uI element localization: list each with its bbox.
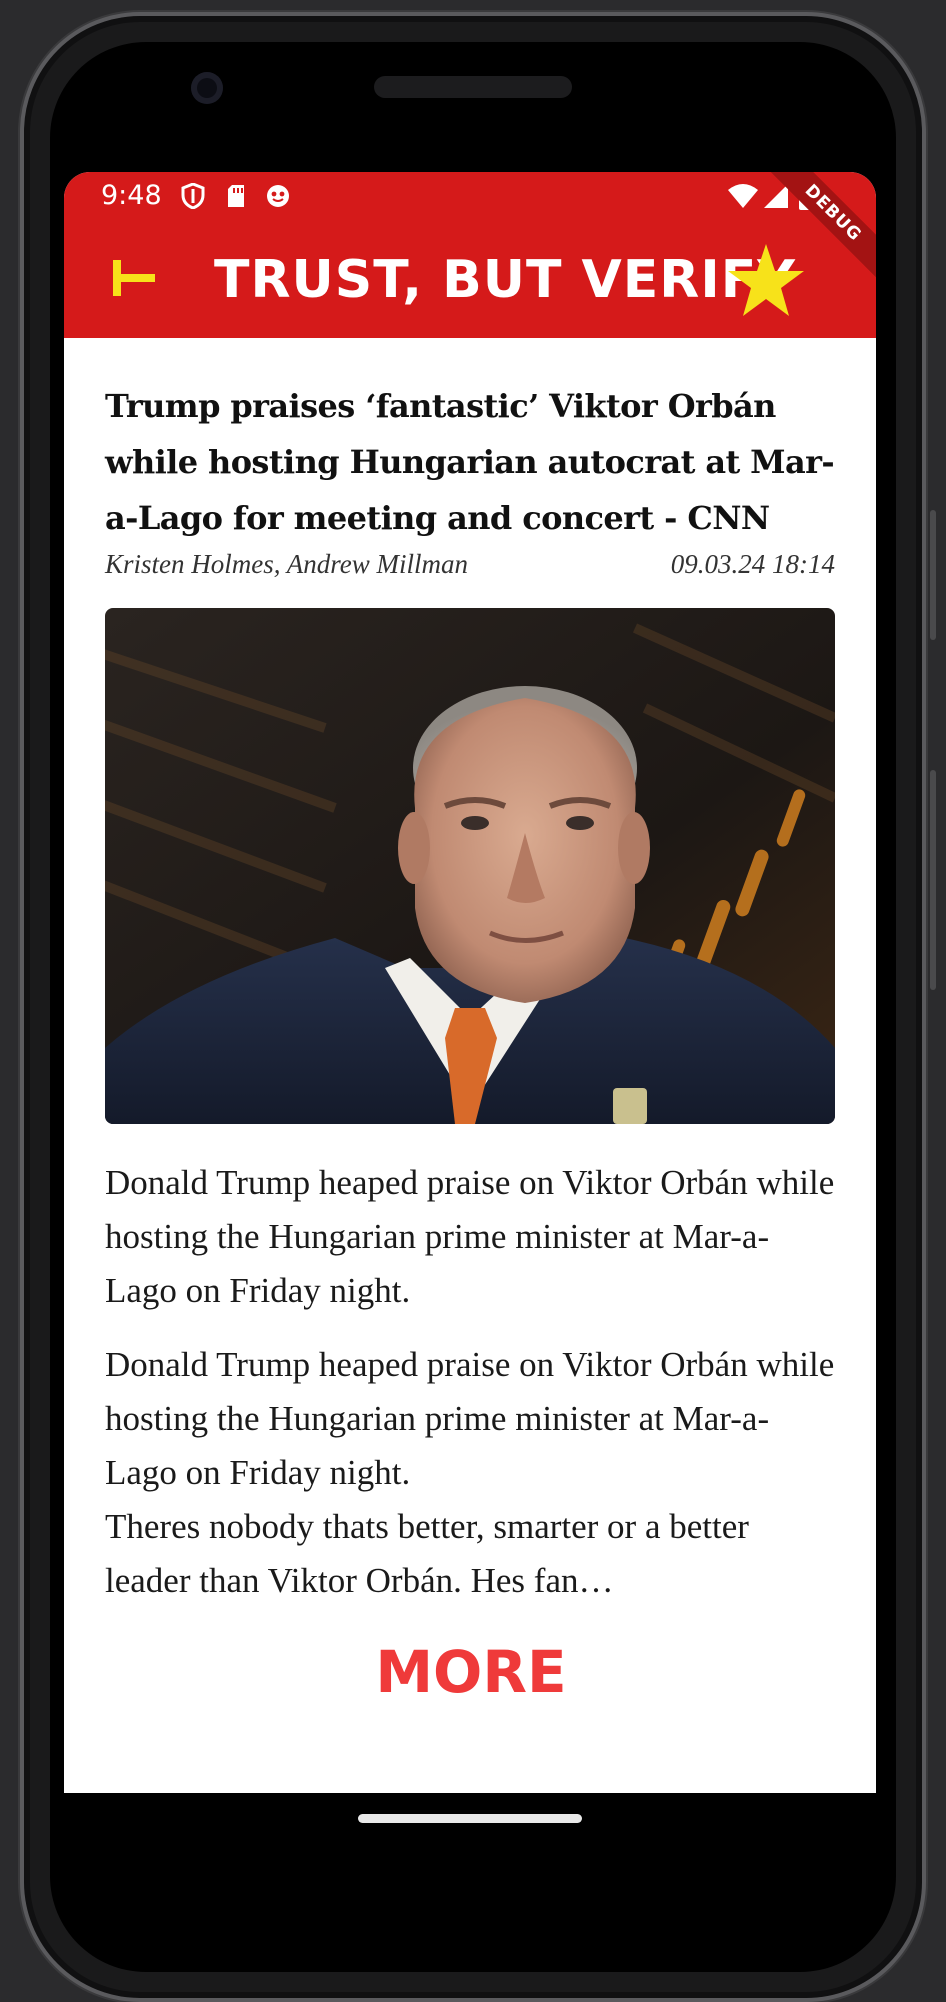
- power-button: [930, 770, 936, 990]
- article-body-line: Donald Trump heaped praise on Viktor Orb…: [105, 1345, 835, 1492]
- article-body-line: Theres nobody thats better, smarter or a…: [105, 1507, 749, 1600]
- app-bar: TRUST, BUT VERIFY: [64, 222, 876, 338]
- article-headline: Trump praises ‘fantastic’ Viktor Orbán w…: [105, 387, 835, 537]
- earpiece-speaker: [374, 76, 572, 98]
- front-camera: [191, 72, 223, 104]
- app-title: TRUST, BUT VERIFY: [214, 250, 796, 310]
- article-authors: Kristen Holmes, Andrew Millman: [105, 549, 468, 579]
- article-content: Trump praises ‘fantastic’ Viktor Orbán w…: [105, 338, 837, 1706]
- status-time: 9:48: [101, 180, 162, 211]
- app-screen: 9:48 TRUST, BUT VERIFY DEBUG Trump prais…: [64, 172, 876, 1793]
- article-summary: Donald Trump heaped praise on Viktor Orb…: [105, 1163, 835, 1310]
- back-button[interactable]: [102, 248, 166, 312]
- article-date: 09.03.24 18:14: [670, 549, 835, 579]
- volume-button: [930, 510, 936, 640]
- sd-card-icon: [222, 182, 250, 210]
- app-notification-icon: [264, 182, 292, 210]
- status-bar: 9:48: [64, 172, 876, 222]
- article-byline: Kristen Holmes, Andrew Millman 09.03.24 …: [105, 546, 837, 582]
- wifi-icon: [726, 182, 760, 210]
- star-icon: [727, 242, 805, 323]
- shield-icon: [179, 182, 207, 210]
- favorite-button[interactable]: [726, 242, 806, 322]
- article-photo: [105, 608, 835, 1124]
- back-arrow-icon: [111, 258, 157, 303]
- home-indicator[interactable]: [358, 1814, 582, 1823]
- article-body: Donald Trump heaped praise on Viktor Orb…: [105, 1338, 837, 1608]
- more-button[interactable]: MORE: [105, 1638, 837, 1706]
